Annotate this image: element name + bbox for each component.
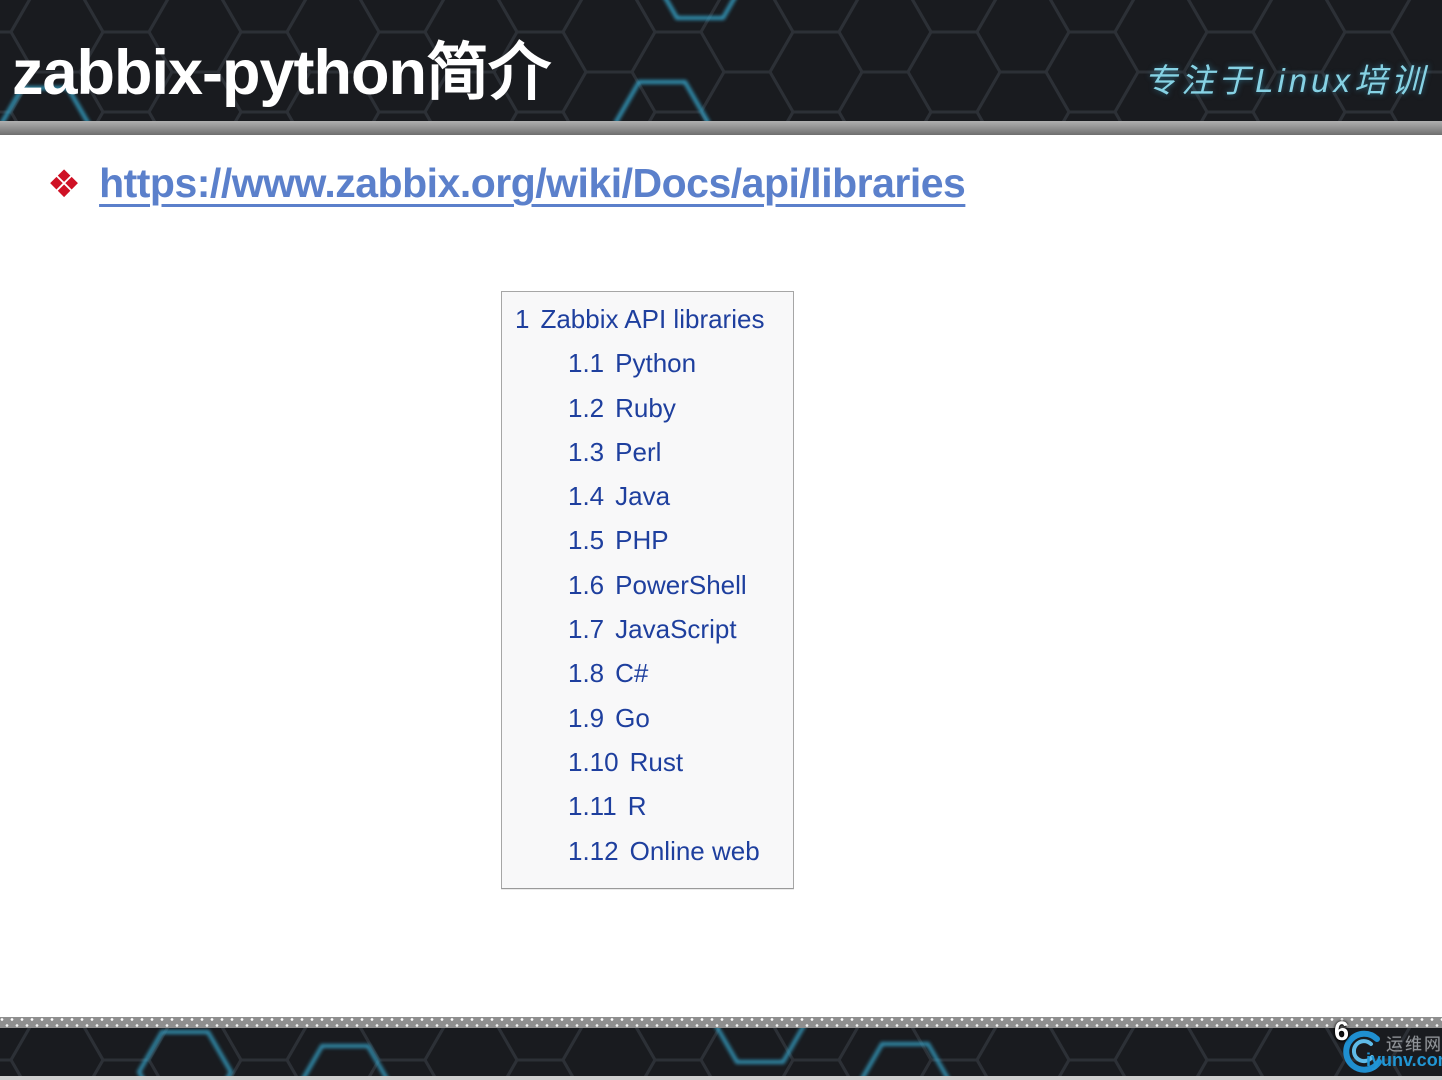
header-divider-bar	[0, 121, 1442, 135]
toc-item-label: Python	[615, 348, 697, 379]
logo-domain-text: iyunv.com	[1366, 1050, 1442, 1070]
brand-slogan: 专注于Linux培训	[1144, 62, 1428, 99]
toc-box: 1 Zabbix API libraries 1.1 Python 1.2 Ruby …	[501, 291, 794, 889]
footer-dotted-strip	[0, 1017, 1442, 1028]
toc-item-label: Ruby	[615, 392, 676, 423]
toc-item-javascript: 1.7 JavaScript	[515, 607, 793, 651]
toc-item-number: 1.6	[568, 569, 605, 600]
toc-item-label: Perl	[615, 436, 662, 467]
toc-item-number: 1.8	[568, 658, 605, 689]
bullet-row: ❖ https://www.zabbix.org/wiki/Docs/api/l…	[47, 156, 966, 212]
diamond-bullet-icon: ❖	[47, 162, 82, 206]
toc-item-label: PowerShell	[615, 569, 747, 600]
zabbix-wiki-link[interactable]: https://www.zabbix.org/wiki/Docs/api/lib…	[99, 156, 966, 210]
toc-item-label: Go	[615, 702, 650, 733]
toc-item-online-web: 1.12 Online web	[515, 829, 793, 873]
toc-item-python: 1.1 Python	[515, 341, 793, 385]
toc-item-perl: 1.3 Perl	[515, 430, 793, 474]
toc-item-ruby: 1.2 Ruby	[515, 386, 793, 430]
toc-item-csharp: 1.8 C#	[515, 651, 793, 695]
page-title: zabbix-python简介	[12, 38, 551, 108]
toc-item-label: PHP	[615, 525, 669, 556]
toc-item-number: 1.11	[568, 791, 617, 822]
toc-item-label: Java	[615, 481, 671, 512]
toc-item-number: 1.5	[568, 525, 605, 556]
toc-item-label: R	[627, 791, 647, 822]
slide: zabbix-python简介 专注于Linux培训 ❖ https://www…	[0, 0, 1442, 1080]
toc-item-rust: 1.10 Rust	[515, 740, 793, 784]
toc-heading-number: 1	[515, 304, 530, 334]
toc-heading-label: Zabbix API libraries	[540, 304, 765, 334]
slide-header: zabbix-python简介 专注于Linux培训	[0, 0, 1442, 121]
toc-item-label: JavaScript	[615, 614, 737, 645]
footer-hex-band	[0, 1028, 1442, 1076]
toc-item-label: Online web	[629, 835, 760, 866]
toc-item-go: 1.9 Go	[515, 696, 793, 740]
toc-item-number: 1.1	[568, 348, 605, 379]
toc-list: 1 Zabbix API libraries 1.1 Python 1.2 Ruby …	[515, 297, 793, 873]
iyunv-logo: 运维网 iyunv.com	[1338, 1026, 1442, 1076]
toc-item-label: C#	[615, 658, 649, 689]
hex-pattern-footer	[0, 1028, 1442, 1076]
slide-body: ❖ https://www.zabbix.org/wiki/Docs/api/l…	[0, 135, 1442, 1017]
toc-item-label: Rust	[629, 746, 684, 777]
toc-item-powershell: 1.6 PowerShell	[515, 563, 793, 607]
toc-item-number: 1.2	[568, 392, 605, 423]
toc-item-number: 1.12	[568, 835, 619, 866]
toc-item-java: 1.4 Java	[515, 474, 793, 518]
toc-item-php: 1.5 PHP	[515, 518, 793, 562]
toc-item-r: 1.11 R	[515, 784, 793, 828]
page-number: 6	[1334, 1016, 1350, 1046]
toc-item-number: 1.10	[568, 746, 619, 777]
toc-item-number: 1.9	[568, 702, 605, 733]
footer-bottom-strip	[0, 1076, 1442, 1080]
toc-heading: 1 Zabbix API libraries	[515, 297, 793, 341]
toc-item-number: 1.4	[568, 481, 605, 512]
toc-item-number: 1.3	[568, 436, 605, 467]
toc-item-number: 1.7	[568, 614, 605, 645]
